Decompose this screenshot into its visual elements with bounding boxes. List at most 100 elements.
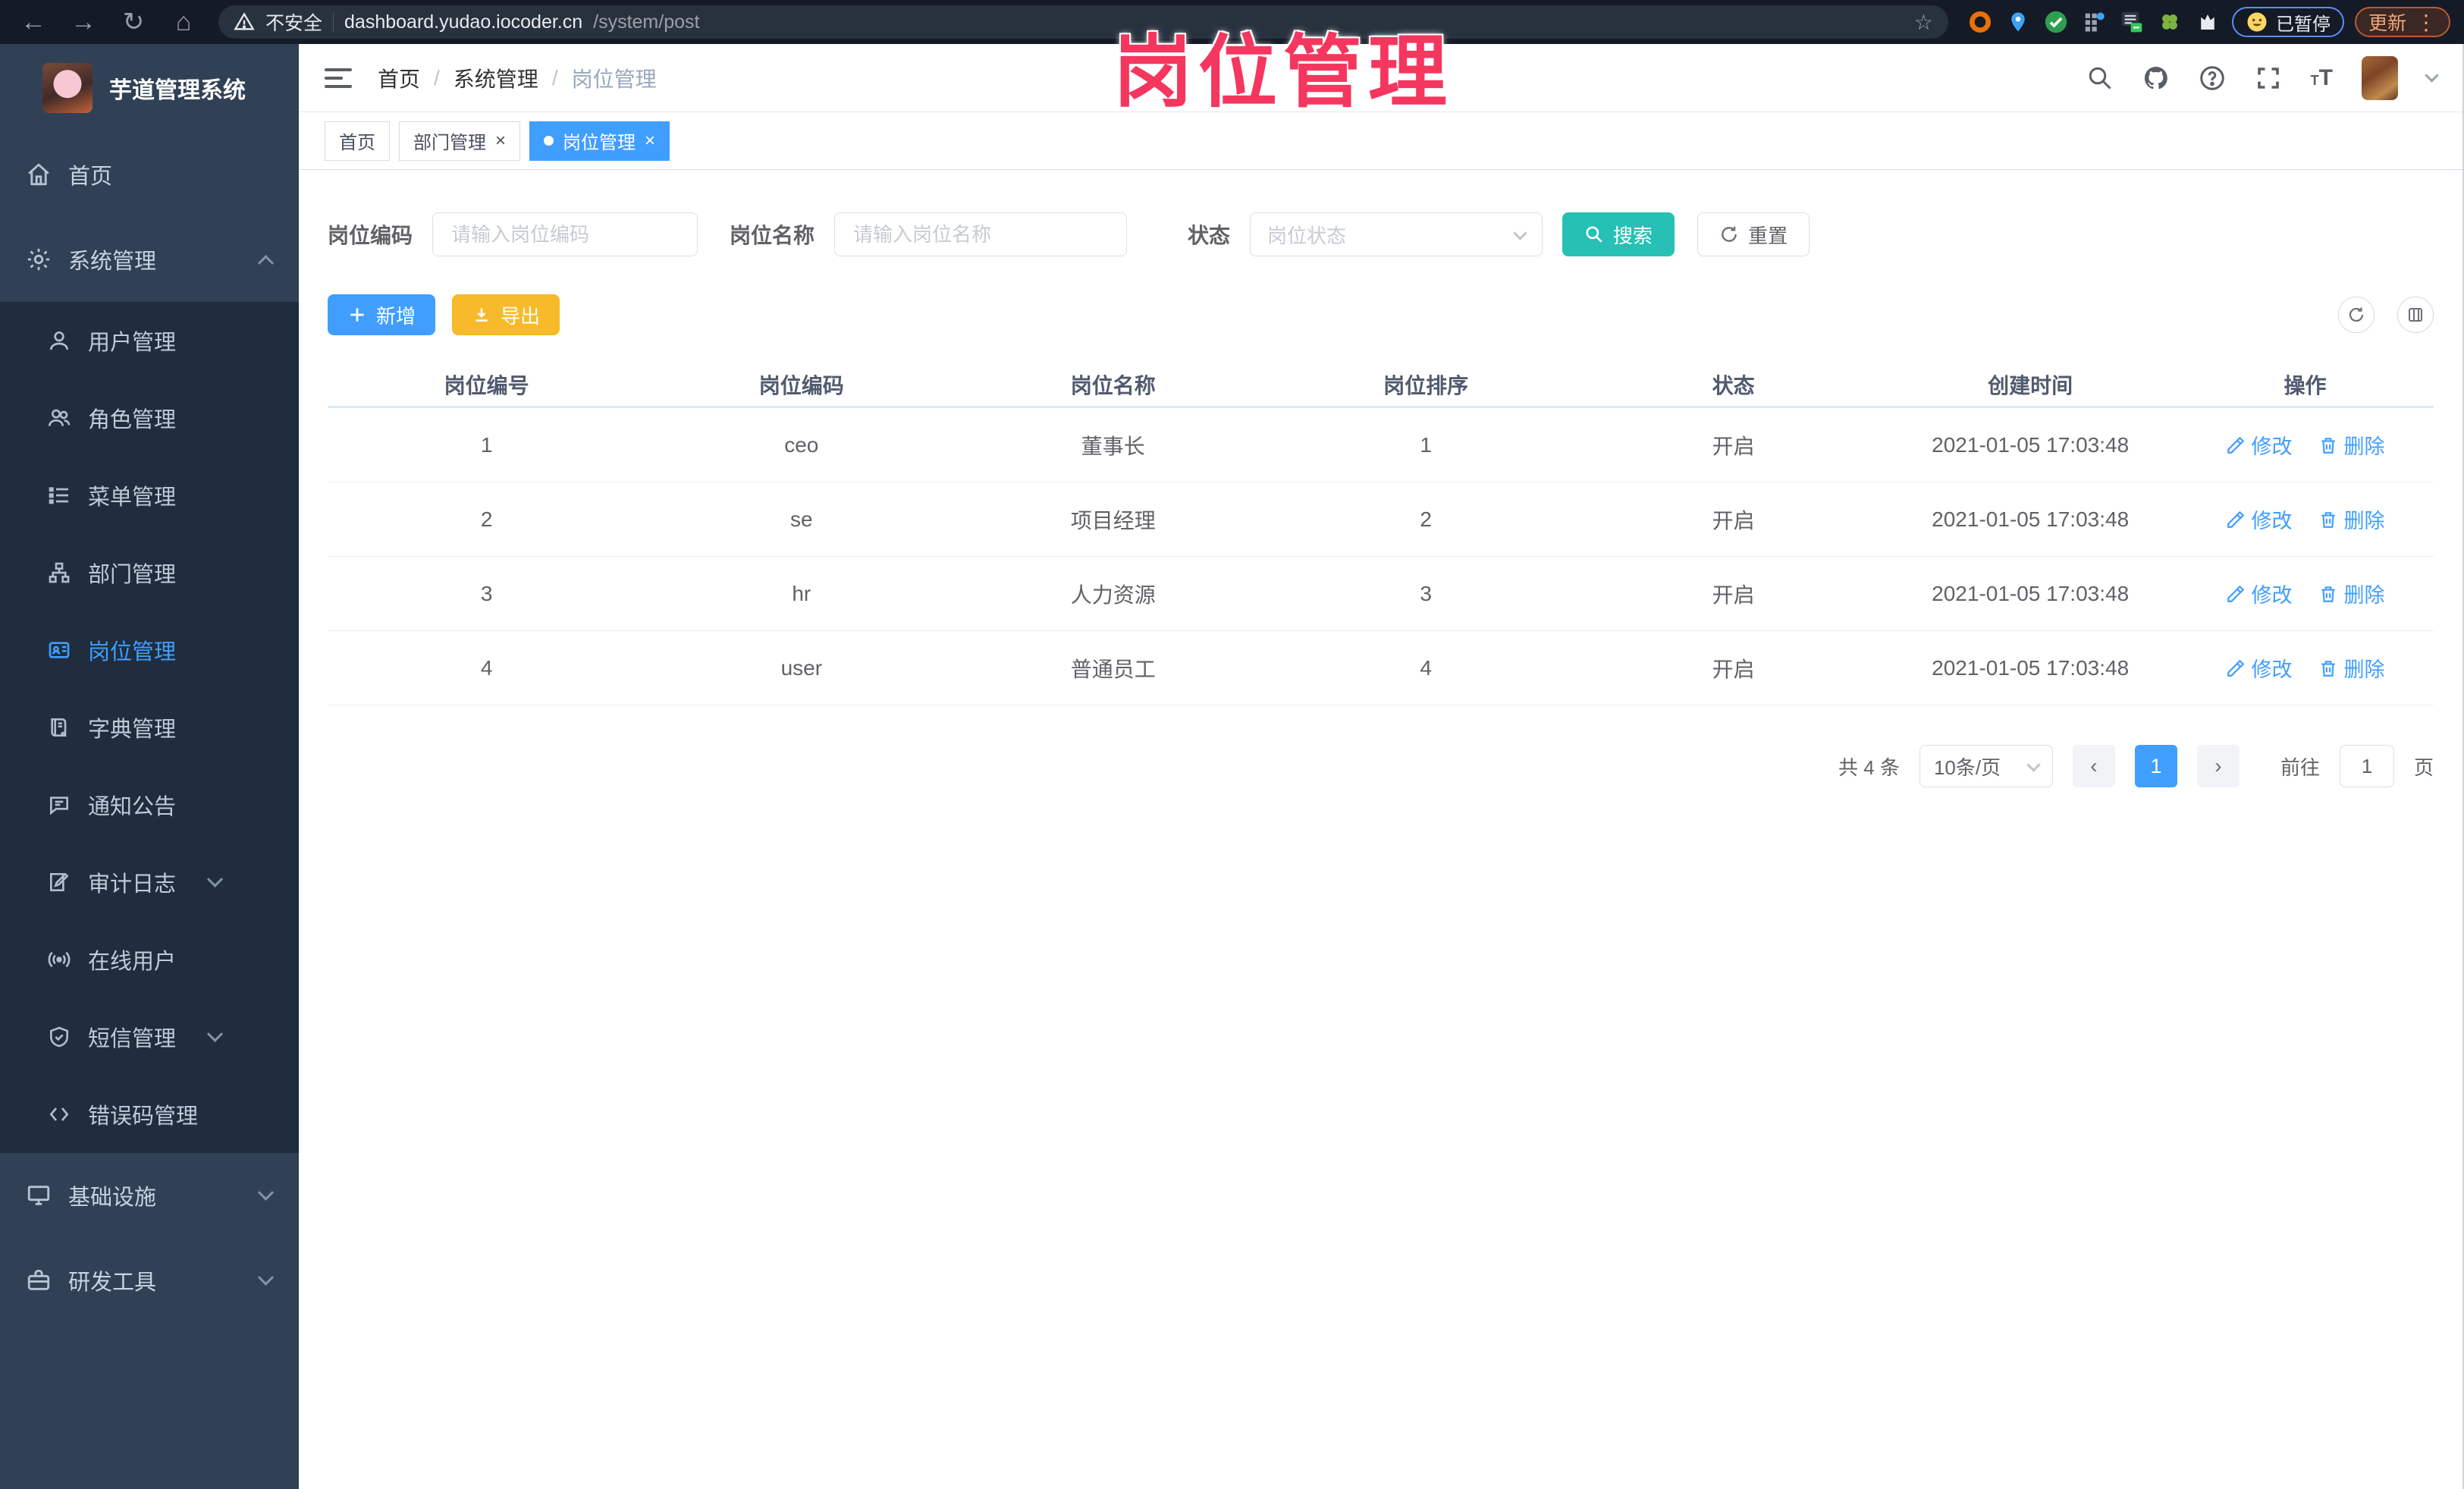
post-status: 开启 bbox=[1712, 657, 1755, 681]
hamburger-icon[interactable] bbox=[325, 68, 355, 88]
extension-blue-pin-icon[interactable] bbox=[2004, 8, 2032, 36]
status-select[interactable]: 岗位状态 bbox=[1250, 212, 1543, 256]
sms-shield-icon bbox=[50, 1026, 68, 1048]
chevron-down-icon bbox=[257, 1269, 275, 1286]
tab-label: 首页 bbox=[339, 133, 375, 153]
goto-label: 前往 bbox=[2280, 755, 2320, 779]
tab-home[interactable]: 首页 bbox=[325, 121, 390, 161]
delete-link[interactable]: 删除 bbox=[2318, 579, 2385, 608]
pagination-total: 共 4 条 bbox=[1838, 755, 1900, 779]
sidebar-item-department-management[interactable]: 部门管理 bbox=[0, 534, 299, 611]
home-icon bbox=[28, 163, 49, 186]
paused-extension-badge[interactable]: 已暂停 bbox=[2231, 7, 2344, 37]
help-icon[interactable] bbox=[2199, 64, 2226, 92]
post-name: 项目经理 bbox=[1070, 508, 1156, 532]
edit-link[interactable]: 修改 bbox=[2226, 504, 2293, 534]
post-name-input[interactable] bbox=[834, 212, 1128, 256]
sidebar-item-post-management[interactable]: 岗位管理 bbox=[0, 611, 299, 689]
next-page-button[interactable]: › bbox=[2196, 745, 2240, 787]
browser-back-icon[interactable]: ← bbox=[14, 0, 53, 44]
post-created-time: 2021-01-05 17:03:48 bbox=[1932, 507, 2130, 531]
sidebar-item-sms-management[interactable]: 短信管理 bbox=[0, 998, 299, 1076]
app-logo-row[interactable]: 芋道管理系统 bbox=[0, 44, 299, 132]
extension-white-puzzle-icon[interactable] bbox=[2194, 8, 2221, 36]
sidebar-item-online-users[interactable]: 在线用户 bbox=[0, 921, 299, 998]
url-path: /system/post bbox=[593, 11, 700, 33]
trash-icon bbox=[2321, 586, 2335, 602]
browser-home-icon[interactable]: ⌂ bbox=[164, 0, 203, 44]
download-icon bbox=[476, 308, 488, 322]
add-button[interactable]: 新增 bbox=[328, 294, 436, 335]
browser-reload-icon[interactable]: ↻ bbox=[114, 0, 153, 44]
chevron-down-icon[interactable] bbox=[2425, 68, 2439, 83]
sidebar-item-audit-log[interactable]: 审计日志 bbox=[0, 843, 299, 921]
sidebar-item-dev-tools[interactable]: 研发工具 bbox=[0, 1238, 299, 1323]
sidebar-item-label: 短信管理 bbox=[88, 1027, 177, 1051]
tab-post-management[interactable]: 岗位管理 × bbox=[529, 121, 670, 161]
refresh-icon bbox=[2349, 307, 2364, 322]
delete-link[interactable]: 删除 bbox=[2318, 653, 2385, 683]
delete-link[interactable]: 删除 bbox=[2318, 430, 2385, 460]
extension-list-green-icon[interactable] bbox=[2118, 8, 2145, 36]
sidebar-item-home[interactable]: 首页 bbox=[0, 132, 299, 217]
breadcrumb-system[interactable]: 系统管理 bbox=[454, 63, 538, 93]
edit-link[interactable]: 修改 bbox=[2226, 653, 2293, 683]
edit-link[interactable]: 修改 bbox=[2226, 579, 2293, 608]
delete-link[interactable]: 删除 bbox=[2318, 504, 2385, 534]
dictionary-icon bbox=[51, 718, 67, 737]
sidebar-item-user-management[interactable]: 用户管理 bbox=[0, 302, 299, 379]
tab-department-management[interactable]: 部门管理 × bbox=[399, 121, 521, 161]
address-bar[interactable]: 不安全 dashboard.yudao.iocoder.cn/system/po… bbox=[218, 5, 1948, 39]
sidebar-item-system-management[interactable]: 系统管理 bbox=[0, 217, 299, 302]
page-size-select[interactable]: 10条/页 bbox=[1919, 745, 2053, 787]
add-button-label: 新增 bbox=[376, 304, 416, 328]
column-settings-button[interactable] bbox=[2397, 297, 2434, 333]
post-created-time: 2021-01-05 17:03:48 bbox=[1932, 432, 2130, 457]
post-id: 1 bbox=[480, 432, 493, 457]
chevron-down-icon bbox=[206, 871, 224, 887]
fullscreen-icon[interactable] bbox=[2255, 64, 2282, 92]
refresh-table-button[interactable] bbox=[2338, 297, 2375, 333]
goto-page-input[interactable] bbox=[2339, 745, 2394, 787]
reset-button[interactable]: 重置 bbox=[1697, 212, 1810, 256]
post-status: 开启 bbox=[1712, 583, 1755, 607]
extension-green-check-icon[interactable] bbox=[2042, 8, 2070, 36]
browser-menu-kebab-icon[interactable]: ⋮ bbox=[2415, 10, 2437, 35]
sidebar-item-label: 通知公告 bbox=[88, 795, 177, 819]
browser-update-button[interactable]: 更新 ⋮ bbox=[2354, 7, 2450, 37]
table-row: 2 se 项目经理 2 开启 2021-01-05 17:03:48 修改 删除 bbox=[328, 482, 2434, 557]
status-select-placeholder: 岗位状态 bbox=[1267, 224, 1347, 247]
sidebar-item-error-code-management[interactable]: 错误码管理 bbox=[0, 1076, 299, 1153]
search-icon[interactable] bbox=[2086, 64, 2114, 92]
font-size-icon[interactable]: TT bbox=[2311, 65, 2333, 91]
close-icon[interactable]: × bbox=[495, 130, 506, 152]
extension-green-clover-icon[interactable] bbox=[2156, 8, 2183, 36]
close-icon[interactable]: × bbox=[645, 130, 655, 152]
current-page-button[interactable]: 1 bbox=[2134, 745, 2177, 787]
page-size-value: 10条/页 bbox=[1933, 755, 2001, 779]
post-sort: 4 bbox=[1420, 655, 1432, 680]
sidebar-item-role-management[interactable]: 角色管理 bbox=[0, 379, 299, 457]
prev-page-button[interactable]: ‹ bbox=[2072, 745, 2115, 787]
extension-grid-icon[interactable] bbox=[2080, 8, 2108, 36]
url-host: dashboard.yudao.iocoder.cn bbox=[344, 11, 583, 33]
sidebar-item-infrastructure[interactable]: 基础设施 bbox=[0, 1153, 299, 1238]
extension-orange-ring-icon[interactable] bbox=[1966, 8, 1994, 36]
gear-icon bbox=[27, 248, 50, 271]
post-code-input[interactable] bbox=[432, 212, 698, 256]
sidebar-item-label: 审计日志 bbox=[88, 872, 177, 897]
sidebar-item-notice-announcement[interactable]: 通知公告 bbox=[0, 766, 299, 843]
bookmark-star-icon[interactable]: ☆ bbox=[1914, 10, 1933, 35]
search-button[interactable]: 搜索 bbox=[1562, 212, 1675, 256]
post-status: 开启 bbox=[1712, 434, 1755, 458]
sidebar-item-menu-management[interactable]: 菜单管理 bbox=[0, 457, 299, 534]
breadcrumb-home[interactable]: 首页 bbox=[378, 63, 420, 93]
browser-forward-icon[interactable]: → bbox=[64, 0, 103, 44]
sidebar-item-dictionary-management[interactable]: 字典管理 bbox=[0, 689, 299, 766]
sidebar-item-label: 错误码管理 bbox=[88, 1104, 199, 1129]
edit-link[interactable]: 修改 bbox=[2226, 430, 2293, 460]
chevron-down-icon bbox=[1513, 225, 1527, 240]
export-button[interactable]: 导出 bbox=[452, 294, 560, 335]
avatar[interactable] bbox=[2362, 55, 2398, 100]
github-icon[interactable] bbox=[2142, 64, 2170, 92]
